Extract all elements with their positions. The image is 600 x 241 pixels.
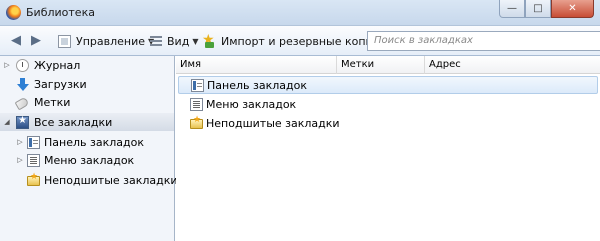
- list-item[interactable]: Меню закладок: [178, 95, 598, 113]
- window-title: Библиотека: [26, 6, 95, 19]
- window-controls: — □ ✕: [499, 0, 594, 19]
- tags-icon: [14, 96, 30, 110]
- sidebar-item-label: Меню закладок: [44, 153, 135, 167]
- list-item-name: Неподшитые закладки: [206, 116, 340, 130]
- back-arrow-icon[interactable]: ◀: [9, 34, 23, 48]
- unsorted-bookmarks-icon: [190, 115, 203, 129]
- column-address[interactable]: Адрес: [424, 56, 600, 74]
- close-button[interactable]: ✕: [551, 0, 594, 18]
- list-item-name: Панель закладок: [207, 78, 307, 92]
- sidebar-item-bookmarks-toolbar[interactable]: ▷ Панель закладок: [0, 133, 174, 151]
- minimize-button[interactable]: —: [499, 0, 525, 18]
- expand-arrow-icon[interactable]: ▷: [3, 61, 11, 69]
- sidebar-item-downloads[interactable]: Загрузки: [0, 75, 174, 93]
- sidebar-item-tags[interactable]: Метки: [0, 93, 174, 111]
- sidebar-item-label: Журнал: [34, 58, 81, 72]
- column-name[interactable]: Имя: [176, 56, 336, 74]
- toolbar: ◀ ▶ Управление ▼ Вид ▼ Импорт и резервны…: [0, 26, 600, 56]
- list-item[interactable]: Панель закладок: [178, 76, 598, 94]
- organize-button[interactable]: Управление ▼: [58, 33, 154, 50]
- search-input[interactable]: Поиск в закладках: [367, 31, 600, 51]
- list-item[interactable]: Неподшитые закладки: [178, 114, 598, 132]
- views-icon: [150, 36, 162, 47]
- expand-arrow-icon[interactable]: ▷: [16, 138, 24, 146]
- sidebar-item-label: Панель закладок: [44, 135, 144, 149]
- sidebar-item-label: Все закладки: [34, 115, 113, 129]
- sidebar-item-all-bookmarks[interactable]: ◢ Все закладки: [0, 113, 174, 131]
- downloads-icon: [16, 77, 29, 91]
- unsorted-bookmarks-icon: [27, 172, 40, 186]
- sidebar-item-label: Метки: [34, 95, 71, 109]
- sidebar-item-history[interactable]: ▷ Журнал: [0, 56, 174, 74]
- column-tags[interactable]: Метки: [336, 56, 424, 74]
- list-item-name: Меню закладок: [206, 97, 297, 111]
- title-bar: Библиотека — □ ✕: [0, 0, 600, 26]
- forward-arrow-icon[interactable]: ▶: [29, 34, 43, 48]
- dropdown-arrow-icon: ▼: [192, 37, 199, 46]
- bookmarks-list-pane: Имя Метки Адрес Панель закладок Меню зак…: [176, 56, 600, 241]
- bookmarks-toolbar-icon: [27, 135, 40, 149]
- expand-arrow-icon[interactable]: ▷: [16, 156, 24, 164]
- bookmarks-toolbar-icon: [191, 78, 204, 92]
- sidebar-item-label: Загрузки: [34, 77, 87, 91]
- firefox-icon: [6, 5, 21, 20]
- organize-icon: [58, 35, 71, 48]
- history-icon: [16, 58, 29, 72]
- sidebar-item-unsorted[interactable]: Неподшитые закладки: [0, 171, 178, 189]
- sidebar-item-bookmarks-menu[interactable]: ▷ Меню закладок: [0, 151, 174, 169]
- organize-label: Управление: [76, 35, 146, 48]
- library-window: Библиотека — □ ✕ ◀ ▶ Управление ▼ Вид ▼ …: [0, 0, 600, 241]
- column-header: Имя Метки Адрес: [176, 56, 600, 74]
- import-star-icon: [202, 32, 216, 48]
- sidebar: ▷ Журнал Загрузки Метки ◢ Все закладки ▷…: [0, 56, 178, 241]
- maximize-button[interactable]: □: [525, 0, 551, 18]
- sidebar-item-label: Неподшитые закладки: [44, 173, 178, 187]
- views-label: Вид: [167, 35, 190, 48]
- import-label: Импорт и резервные копии: [221, 35, 380, 48]
- import-backup-button[interactable]: Импорт и резервные копии ▼: [202, 32, 389, 50]
- views-button[interactable]: Вид ▼: [150, 33, 198, 50]
- bookmarks-menu-icon: [190, 97, 203, 111]
- bookmarks-menu-icon: [27, 153, 40, 167]
- collapse-arrow-icon[interactable]: ◢: [3, 118, 11, 126]
- all-bookmarks-icon: [16, 115, 29, 129]
